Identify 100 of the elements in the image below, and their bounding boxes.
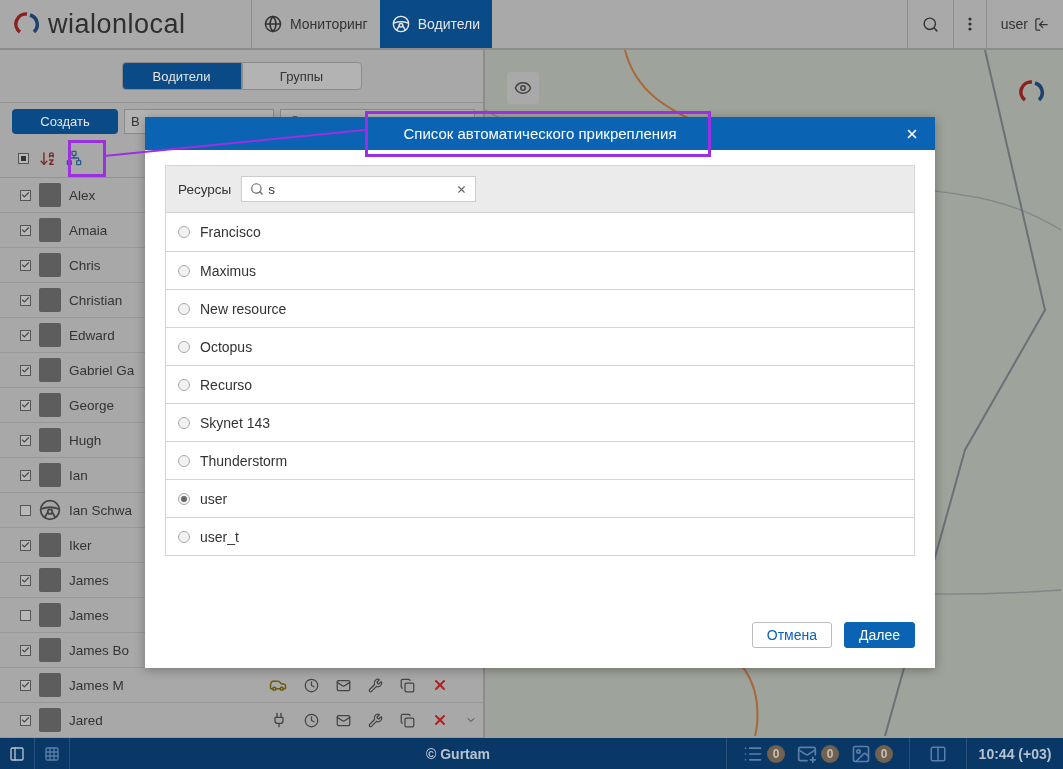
delete-icon[interactable]: [432, 677, 448, 693]
user-name[interactable]: user: [1000, 16, 1028, 32]
resource-name: user: [200, 490, 228, 507]
sort-icon[interactable]: [39, 149, 56, 167]
checkbox[interactable]: [20, 644, 31, 656]
logo-text: wialonlocal: [48, 8, 186, 40]
resource-row[interactable]: Francisco: [166, 213, 914, 251]
column-label: Ресурсы: [178, 181, 232, 197]
resource-name: Skynet 143: [200, 414, 271, 431]
copy-icon[interactable]: [400, 677, 415, 693]
mail-icon[interactable]: [336, 712, 351, 728]
next-button[interactable]: Далее: [844, 622, 915, 648]
checkbox[interactable]: [20, 364, 31, 376]
radio-button[interactable]: [178, 378, 190, 391]
checkbox[interactable]: [20, 399, 31, 411]
checkbox[interactable]: [20, 679, 31, 691]
checkbox[interactable]: [20, 539, 31, 551]
resource-name: Octopus: [200, 338, 253, 355]
checkbox[interactable]: [20, 574, 31, 586]
radio-button[interactable]: [178, 492, 190, 505]
driver-name: Hugh: [69, 432, 102, 448]
resource-name: New resource: [200, 300, 287, 317]
clear-button[interactable]: [456, 183, 468, 195]
driver-name: Edward: [69, 327, 115, 343]
resource-name: user_t: [200, 528, 239, 545]
checkbox[interactable]: [20, 294, 31, 306]
radio-button[interactable]: [178, 302, 190, 315]
checkbox[interactable]: [20, 259, 31, 271]
highlight-frame: [68, 140, 106, 177]
resource-name: Thunderstorm: [200, 452, 288, 469]
panel-tab[interactable]: Водители: [121, 62, 242, 90]
checkbox[interactable]: [20, 609, 31, 621]
checkbox[interactable]: [20, 504, 31, 516]
steering-wheel-icon: [391, 15, 410, 33]
clear-icon: [456, 183, 468, 195]
driver-name: Jared: [69, 712, 103, 728]
resource-row[interactable]: Recurso: [166, 365, 914, 403]
resource-name: Recurso: [200, 376, 253, 393]
create-button[interactable]: Создать: [12, 108, 118, 134]
checkbox[interactable]: [20, 714, 31, 726]
clock-icon[interactable]: [304, 677, 319, 693]
count-badge: 0: [821, 744, 839, 763]
dialog-title: Список автоматического прикрепления: [403, 125, 677, 142]
nav-tab[interactable]: Водители: [379, 0, 493, 48]
count-badge: 0: [875, 744, 893, 763]
driver-name: George: [69, 397, 115, 413]
driver-name: Christian: [69, 292, 123, 308]
radio-button[interactable]: [178, 340, 190, 353]
close-icon: [905, 127, 919, 141]
user-menu[interactable]: user: [985, 0, 1063, 48]
copyright-text: © Gurtam: [425, 745, 491, 762]
nav-tab[interactable]: Мониторинг: [252, 0, 380, 48]
resource-row[interactable]: Maximus: [166, 251, 914, 289]
clock-time: 10:44 (+03): [977, 745, 1053, 762]
resource-row[interactable]: New resource: [166, 289, 914, 327]
auto-attach-icon[interactable]: [66, 150, 82, 166]
more-icon: [967, 17, 972, 31]
radio-button[interactable]: [178, 454, 190, 467]
driver-name: Ian: [69, 467, 88, 483]
resource-row[interactable]: Thunderstorm: [166, 441, 914, 479]
select-all-checkbox[interactable]: [18, 152, 29, 164]
wrench-icon[interactable]: [368, 677, 383, 693]
resource-row[interactable]: user_t: [166, 517, 914, 555]
visibility-button[interactable]: [507, 72, 539, 104]
driver-name: Ian Schwa: [69, 502, 133, 518]
checkbox[interactable]: [20, 434, 31, 446]
search-icon: [921, 15, 939, 33]
clock-icon[interactable]: [304, 712, 319, 728]
checkbox[interactable]: [20, 224, 31, 236]
radio-button[interactable]: [178, 416, 190, 429]
resource-row[interactable]: user: [166, 479, 914, 517]
mail-icon[interactable]: [336, 677, 351, 693]
driver-name: James M: [69, 677, 124, 693]
checkbox[interactable]: [20, 329, 31, 341]
copy-icon[interactable]: [400, 712, 415, 728]
radio-button[interactable]: [178, 226, 190, 238]
resource-row[interactable]: Octopus: [166, 327, 914, 365]
count-badge: 0: [767, 744, 785, 763]
radio-button[interactable]: [178, 264, 190, 277]
resource-row[interactable]: Skynet 143: [166, 403, 914, 441]
delete-icon[interactable]: [432, 712, 448, 728]
logout-icon[interactable]: [1034, 16, 1049, 32]
driver-name: Iker: [69, 537, 92, 553]
driver-name: Gabriel Ga: [69, 362, 135, 378]
panel-tab[interactable]: Группы: [241, 62, 362, 90]
search-icon: [250, 182, 265, 196]
image-icon[interactable]: [851, 743, 871, 764]
checkbox[interactable]: [20, 189, 31, 201]
globe-icon: [264, 15, 282, 33]
checkbox[interactable]: [20, 469, 31, 481]
driver-name: Amaia: [69, 222, 108, 238]
driver-name: James Bo: [69, 642, 130, 658]
wrench-icon[interactable]: [368, 712, 383, 728]
cancel-button[interactable]: Отмена: [751, 622, 832, 648]
driver-name: Alex: [69, 187, 96, 203]
driver-name: James: [69, 607, 109, 623]
radio-button[interactable]: [178, 530, 190, 543]
resource-search-field[interactable]: s: [241, 176, 477, 202]
eye-icon: [514, 79, 532, 97]
driver-name: James: [69, 572, 109, 588]
